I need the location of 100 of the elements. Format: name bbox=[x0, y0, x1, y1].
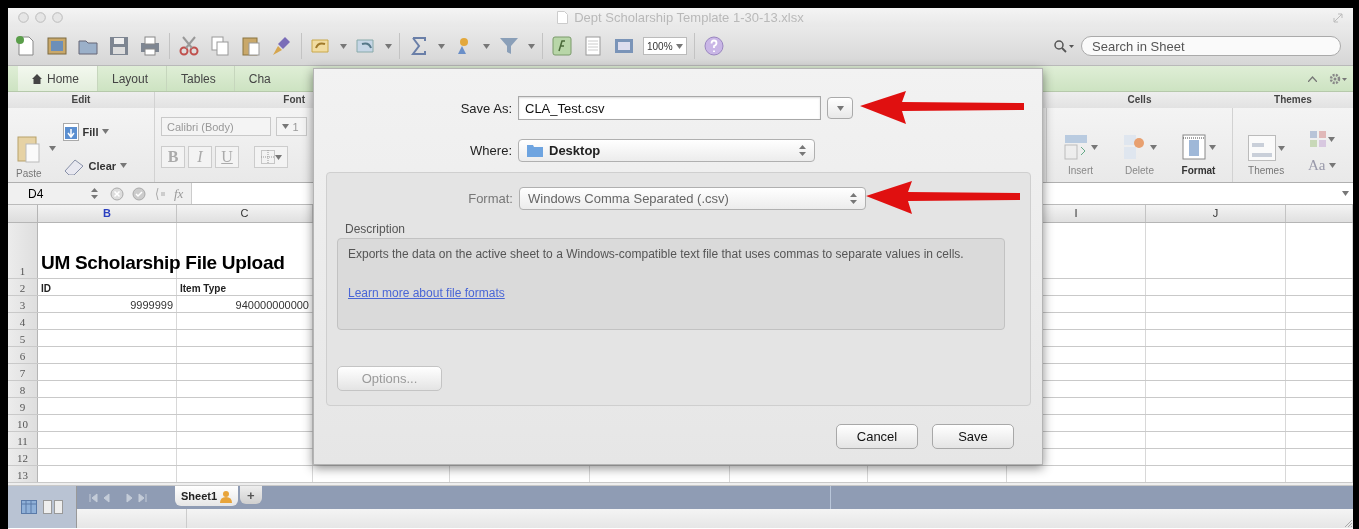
copy-icon[interactable] bbox=[208, 34, 232, 58]
where-label: Where: bbox=[469, 142, 513, 158]
caret-icon bbox=[385, 43, 392, 49]
caret-icon bbox=[836, 105, 844, 111]
expand-button[interactable] bbox=[827, 97, 853, 119]
add-sheet-tab[interactable]: + bbox=[240, 486, 262, 504]
row-header[interactable]: 8 bbox=[8, 381, 38, 397]
cells-format-button[interactable]: Format bbox=[1181, 133, 1216, 176]
save-button[interactable]: Save bbox=[932, 424, 1014, 449]
themes-button[interactable]: Themes bbox=[1247, 135, 1285, 176]
format-label: Format: bbox=[467, 190, 514, 206]
caret-icon bbox=[281, 124, 289, 129]
save-icon[interactable] bbox=[107, 34, 131, 58]
caret-icon bbox=[274, 154, 282, 160]
clipboard-icon bbox=[16, 134, 41, 164]
caret-icon bbox=[48, 146, 56, 151]
document-icon bbox=[557, 11, 569, 24]
name-box[interactable]: D4 bbox=[28, 186, 102, 201]
caret-icon bbox=[1277, 145, 1285, 151]
format-cells-icon bbox=[1181, 133, 1207, 161]
window-control-icon[interactable] bbox=[35, 12, 46, 23]
search-icon[interactable] bbox=[1053, 39, 1075, 53]
fill-button[interactable]: Fill bbox=[60, 120, 112, 143]
caret-icon bbox=[438, 43, 445, 49]
ribbon-tab[interactable]: Tables bbox=[167, 66, 235, 91]
up-down-icon bbox=[91, 188, 98, 199]
row-header[interactable]: 12 bbox=[8, 449, 38, 465]
column-header[interactable]: B bbox=[103, 207, 111, 219]
function-icon[interactable] bbox=[550, 34, 574, 58]
format-popup[interactable]: Windows Comma Separated (.csv) bbox=[519, 186, 866, 210]
column-header[interactable]: I bbox=[1074, 207, 1078, 219]
group-title: Font bbox=[155, 92, 313, 108]
up-down-icon bbox=[850, 192, 857, 204]
table-cell: 9999999 bbox=[130, 299, 173, 311]
table-cell: Item Type bbox=[180, 283, 226, 294]
learn-more-link[interactable]: Learn more about file formats bbox=[348, 284, 505, 303]
home-icon bbox=[32, 73, 42, 84]
caret-icon bbox=[1209, 144, 1216, 150]
caret-icon bbox=[1329, 163, 1337, 168]
theme-preview-icon bbox=[1247, 135, 1276, 161]
check-icon[interactable] bbox=[132, 186, 146, 201]
theme-colors-icon[interactable] bbox=[1309, 131, 1326, 147]
caret-icon bbox=[483, 43, 490, 49]
printer-icon[interactable] bbox=[138, 34, 162, 58]
sheet-tab[interactable]: Sheet1 bbox=[175, 486, 239, 506]
column-header[interactable]: C bbox=[240, 207, 249, 219]
group-title: Edit bbox=[8, 92, 154, 108]
resize-grip-icon[interactable] bbox=[1343, 518, 1353, 528]
fullscreen-icon[interactable] bbox=[1333, 12, 1343, 23]
table-cell: ID bbox=[41, 283, 51, 294]
shared-user-icon bbox=[220, 489, 233, 503]
window-control-icon[interactable] bbox=[52, 12, 63, 23]
ribbon-tab[interactable]: Layout bbox=[98, 66, 168, 91]
borders-button[interactable] bbox=[254, 146, 288, 168]
zoom-field[interactable]: 100% bbox=[643, 37, 687, 55]
gallery-icon[interactable] bbox=[45, 34, 69, 58]
row-header[interactable]: 5 bbox=[8, 330, 38, 346]
row-header[interactable]: 6 bbox=[8, 347, 38, 363]
paste-button[interactable]: Paste bbox=[14, 132, 44, 181]
sheet-title: UM Scholarship File Upload bbox=[41, 252, 285, 274]
folder-icon bbox=[527, 143, 543, 157]
row-header[interactable]: 9 bbox=[8, 398, 38, 414]
help-icon[interactable] bbox=[701, 34, 726, 58]
cancel-icon[interactable] bbox=[110, 186, 124, 201]
cancel-button[interactable]: Cancel bbox=[836, 424, 918, 449]
file-name-field[interactable]: CLA_Test.csv bbox=[518, 96, 821, 120]
page-layout-view-icon[interactable] bbox=[43, 500, 63, 514]
up-down-icon bbox=[799, 144, 806, 156]
column-header[interactable]: J bbox=[1212, 207, 1219, 219]
row-header[interactable]: 1 bbox=[8, 223, 38, 278]
window-control-icon[interactable] bbox=[18, 12, 29, 23]
caret-icon bbox=[528, 43, 535, 49]
ribbon-tab[interactable]: Home bbox=[18, 66, 98, 91]
collapse-caret-icon[interactable] bbox=[1308, 75, 1317, 82]
row-header[interactable]: 3 bbox=[8, 296, 38, 312]
row-header[interactable]: 4 bbox=[8, 313, 38, 329]
caret-icon bbox=[1150, 144, 1157, 150]
caret-icon bbox=[102, 129, 110, 134]
location-popup[interactable]: Desktop bbox=[518, 138, 815, 162]
row-header[interactable]: 13 bbox=[8, 466, 38, 482]
description-text: Exports the data on the active sheet to a Windows-compatible text file that uses commas to separate values in cells. bbox=[348, 246, 965, 263]
description-label: Description bbox=[345, 222, 407, 236]
caret-icon bbox=[1327, 136, 1335, 142]
scissors-icon[interactable] bbox=[177, 34, 201, 58]
clear-button[interactable]: Clear bbox=[60, 154, 130, 177]
select-all-corner[interactable] bbox=[8, 205, 38, 222]
insert-cells-icon bbox=[1063, 133, 1089, 161]
clipboard-icon[interactable] bbox=[239, 34, 263, 58]
settings-icon[interactable] bbox=[1329, 72, 1347, 85]
row-header[interactable]: 2 bbox=[8, 279, 38, 295]
row-header[interactable]: 10 bbox=[8, 415, 38, 431]
row-header[interactable]: 7 bbox=[8, 364, 38, 380]
caret-icon bbox=[120, 163, 128, 168]
row-header[interactable]: 11 bbox=[8, 432, 38, 448]
table-cell: 940000000000 bbox=[235, 299, 309, 311]
dropdown-caret-icon bbox=[1342, 191, 1349, 196]
normal-view-icon[interactable] bbox=[21, 500, 37, 514]
ribbon-tab[interactable]: Cha bbox=[234, 66, 275, 91]
borders-icon bbox=[260, 150, 275, 164]
search-field[interactable]: Search in Sheet bbox=[1081, 36, 1341, 56]
